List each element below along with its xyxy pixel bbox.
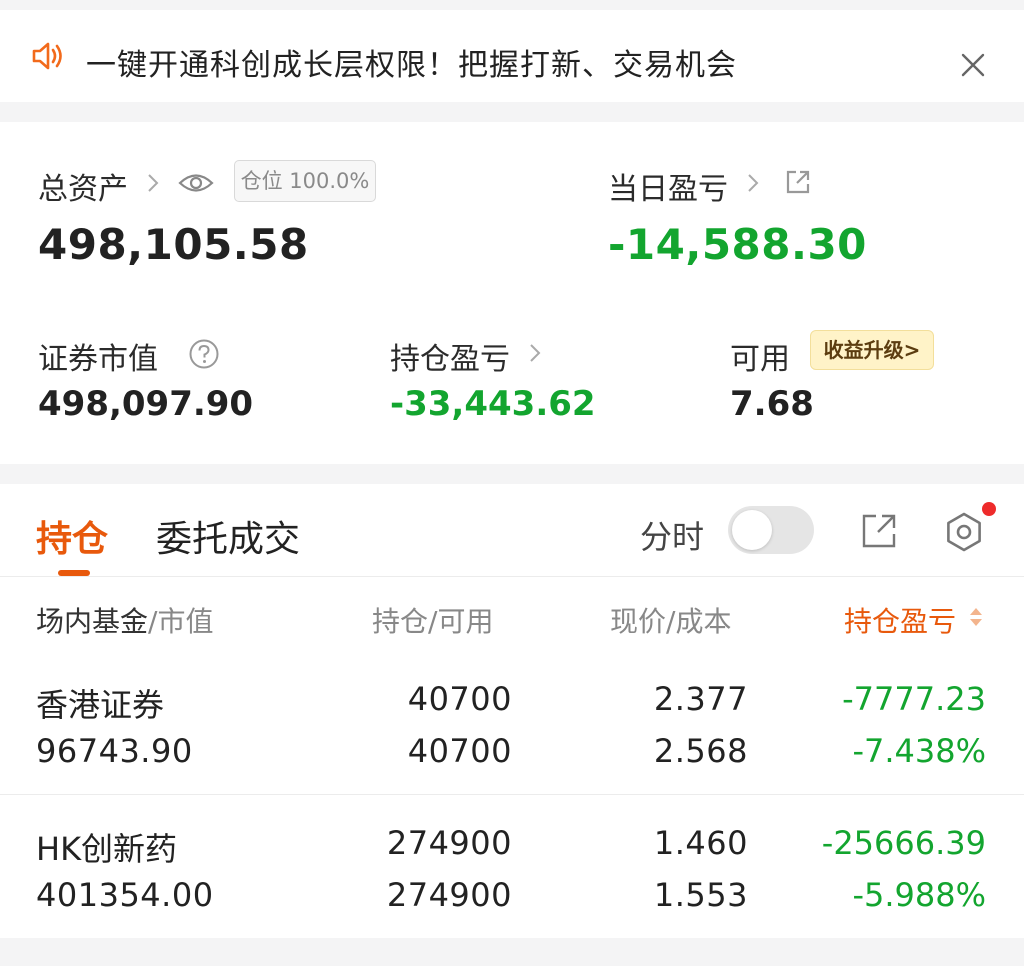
holdings-panel: 持仓 委托成交 分时 场内基金/市值 持仓/可用 现价/成本 持仓盈亏 香港证券… (0, 484, 1024, 938)
header-price[interactable]: 现价/成本 (610, 600, 731, 640)
eye-icon[interactable] (178, 170, 214, 196)
chevron-right-icon[interactable] (528, 342, 542, 364)
total-assets-label[interactable]: 总资产 (38, 164, 128, 208)
banner-text[interactable]: 一键开通科创成长层权限！把握打新、交易机会 (86, 40, 737, 84)
tab-holdings[interactable]: 持仓 (36, 510, 108, 562)
close-icon[interactable] (958, 50, 988, 80)
holding-pnl-value: -33,443.62 (390, 384, 596, 424)
fund-name: 香港证券 (36, 686, 165, 724)
gear-icon[interactable] (942, 510, 986, 554)
current-price: 1.460 (653, 824, 748, 862)
position-badge: 仓位 100.0% (234, 160, 376, 202)
toggle-knob (732, 510, 772, 550)
table-row[interactable]: HK创新药 401354.00 274900 274900 1.460 1.55… (0, 810, 1024, 938)
divider (0, 576, 1024, 577)
help-icon[interactable] (188, 338, 220, 370)
notification-dot (982, 502, 996, 516)
holding-qty: 274900 (386, 824, 512, 862)
cost-price: 2.568 (653, 732, 748, 770)
header-price-main: 现价 (610, 605, 667, 638)
fund-market-value: 96743.90 (36, 732, 193, 770)
fenshi-toggle[interactable] (728, 506, 814, 554)
external-link-icon[interactable] (860, 512, 898, 550)
share-icon[interactable] (784, 168, 812, 196)
header-fund[interactable]: 场内基金/市值 (36, 600, 213, 640)
holding-pnl-label[interactable]: 持仓盈亏 (390, 334, 510, 378)
fenshi-label: 分时 (640, 518, 705, 556)
market-value-label: 证券市值 (38, 342, 158, 377)
asset-summary: 总资产 仓位 100.0% 498,105.58 当日盈亏 -14,588.30… (0, 122, 1024, 464)
header-price-sub: /成本 (666, 605, 732, 638)
available-qty: 274900 (386, 876, 512, 914)
header-fund-sub: /市值 (148, 605, 214, 638)
tab-orders[interactable]: 委托成交 (156, 510, 300, 562)
holding-pnl: -25666.39 (821, 824, 986, 862)
header-pnl[interactable]: 持仓盈亏 (844, 600, 956, 640)
promo-banner[interactable]: 一键开通科创成长层权限！把握打新、交易机会 (0, 10, 1024, 102)
daily-pnl-value: -14,588.30 (608, 220, 867, 269)
chevron-right-icon[interactable] (146, 172, 160, 194)
available-label: 可用 (730, 342, 790, 377)
total-assets-value: 498,105.58 (38, 220, 309, 269)
speaker-icon (32, 42, 62, 70)
available-value: 7.68 (730, 384, 814, 424)
chevron-right-icon[interactable] (746, 172, 760, 194)
header-fund-main: 场内基金 (36, 605, 149, 638)
header-holding[interactable]: 持仓/可用 (372, 600, 493, 640)
header-holding-main: 持仓 (372, 605, 429, 638)
holding-pnl: -7777.23 (842, 680, 986, 718)
holding-qty: 40700 (407, 680, 512, 718)
sort-icon[interactable] (966, 604, 986, 630)
header-holding-sub: /可用 (428, 605, 494, 638)
fund-market-value: 401354.00 (36, 876, 214, 914)
daily-pnl-label[interactable]: 当日盈亏 (608, 164, 728, 208)
cost-price: 1.553 (653, 876, 748, 914)
upgrade-badge[interactable]: 收益升级> (810, 330, 934, 370)
bottom-strip (0, 938, 1024, 966)
market-value: 498,097.90 (38, 384, 254, 424)
available-qty: 40700 (407, 732, 512, 770)
holding-pnl-pct: -7.438% (852, 732, 986, 770)
fund-name: HK创新药 (36, 830, 178, 868)
header-pnl-main: 持仓盈亏 (844, 605, 957, 638)
current-price: 2.377 (653, 680, 748, 718)
row-divider (0, 794, 1024, 795)
holding-pnl-pct: -5.988% (852, 876, 986, 914)
table-row[interactable]: 香港证券 96743.90 40700 40700 2.377 2.568 -7… (0, 666, 1024, 794)
